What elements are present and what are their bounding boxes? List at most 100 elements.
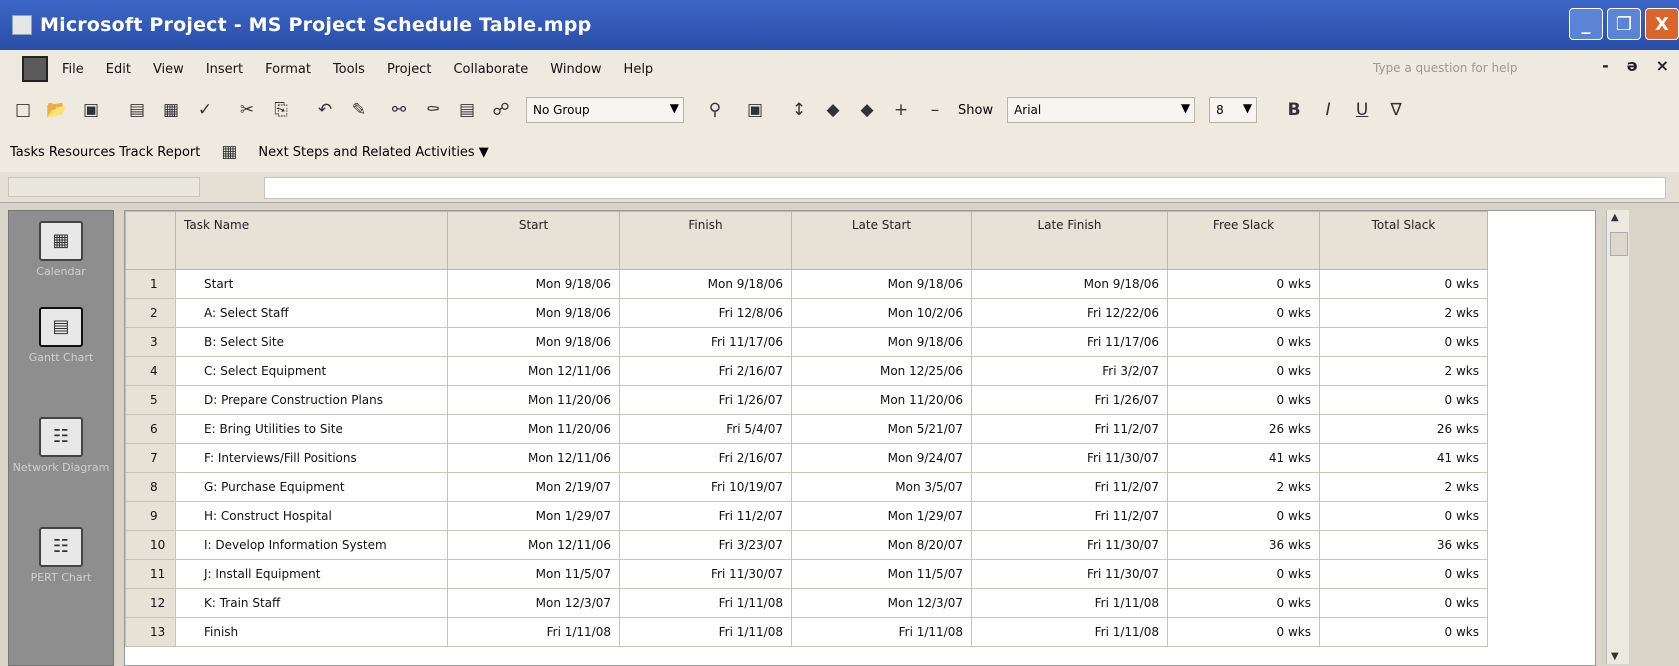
cell-total-slack[interactable]: 0 wks xyxy=(1319,327,1488,357)
cell-free-slack[interactable]: 0 wks xyxy=(1167,269,1320,299)
cell-late-start[interactable]: Mon 9/18/06 xyxy=(791,269,972,299)
cell-start[interactable]: Mon 12/11/06 xyxy=(447,356,620,386)
cell-free-slack[interactable]: 0 wks xyxy=(1167,617,1320,647)
cell-late-finish[interactable]: Fri 1/11/08 xyxy=(971,588,1168,618)
cell-late-finish[interactable]: Fri 11/17/06 xyxy=(971,327,1168,357)
cell-start[interactable]: Mon 11/20/06 xyxy=(447,385,620,415)
close-button[interactable]: X xyxy=(1645,8,1679,40)
cell-late-finish[interactable]: Mon 9/18/06 xyxy=(971,269,1168,299)
menu-help[interactable]: Help xyxy=(624,62,654,77)
column-header-start[interactable]: Start xyxy=(447,211,620,270)
show-subtasks-icon[interactable]: + xyxy=(890,99,912,121)
cell-start[interactable]: Fri 1/11/08 xyxy=(447,617,620,647)
entry-field[interactable] xyxy=(264,177,1666,199)
cell-total-slack[interactable]: 36 wks xyxy=(1319,530,1488,560)
cell-free-slack[interactable]: 2 wks xyxy=(1167,472,1320,502)
cell-late-finish[interactable]: Fri 12/22/06 xyxy=(971,298,1168,328)
table-row[interactable]: 12 K: Train Staff Mon 12/3/07 Fri 1/11/08 Mo… xyxy=(125,588,1488,618)
open-icon[interactable]: 📂 xyxy=(46,99,68,121)
cell-free-slack[interactable]: 36 wks xyxy=(1167,530,1320,560)
cell-task-id[interactable]: 6 xyxy=(125,414,176,444)
cell-task-id[interactable]: 13 xyxy=(125,617,176,647)
menu-insert[interactable]: Insert xyxy=(206,62,243,77)
vertical-scrollbar[interactable]: ▲ ▼ xyxy=(1606,210,1629,664)
cell-total-slack[interactable]: 0 wks xyxy=(1319,269,1488,299)
cell-start[interactable]: Mon 9/18/06 xyxy=(447,298,620,328)
cell-start[interactable]: Mon 11/20/06 xyxy=(447,414,620,444)
cell-task-name[interactable]: C: Select Equipment xyxy=(175,356,448,386)
cell-task-name[interactable]: A: Select Staff xyxy=(175,298,448,328)
column-header-finish[interactable]: Finish xyxy=(619,211,792,270)
cell-free-slack[interactable]: 0 wks xyxy=(1167,385,1320,415)
menu-file[interactable]: File xyxy=(62,62,84,77)
unlink-tasks-icon[interactable]: ⚰ xyxy=(422,99,444,121)
menu-edit[interactable]: Edit xyxy=(106,62,131,77)
table-row[interactable]: 1 Start Mon 9/18/06 Mon 9/18/06 Mon 9/18/06 M… xyxy=(125,269,1488,299)
cell-task-id[interactable]: 1 xyxy=(125,269,176,299)
cell-task-name[interactable]: Start xyxy=(175,269,448,299)
cell-task-name[interactable]: F: Interviews/Fill Positions xyxy=(175,443,448,473)
menu-tools[interactable]: Tools xyxy=(333,62,365,77)
cell-start[interactable]: Mon 1/29/07 xyxy=(447,501,620,531)
cell-task-name[interactable]: D: Prepare Construction Plans xyxy=(175,385,448,415)
zoom-in-icon[interactable]: ⚲ xyxy=(704,99,726,121)
cell-late-start[interactable]: Mon 11/20/06 xyxy=(791,385,972,415)
cell-finish[interactable]: Mon 9/18/06 xyxy=(619,269,792,299)
copy-picture-icon[interactable]: ▣ xyxy=(744,99,766,121)
cell-free-slack[interactable]: 0 wks xyxy=(1167,501,1320,531)
cell-task-id[interactable]: 10 xyxy=(125,530,176,560)
print-preview-icon[interactable]: ▦ xyxy=(160,99,182,121)
column-header-late-start[interactable]: Late Start xyxy=(791,211,972,270)
cell-free-slack[interactable]: 0 wks xyxy=(1167,356,1320,386)
scroll-to-task-icon[interactable]: ↕ xyxy=(788,99,810,121)
cell-late-finish[interactable]: Fri 11/2/07 xyxy=(971,501,1168,531)
cell-finish[interactable]: Fri 11/17/06 xyxy=(619,327,792,357)
cell-finish[interactable]: Fri 1/26/07 xyxy=(619,385,792,415)
cell-task-id[interactable]: 7 xyxy=(125,443,176,473)
cell-free-slack[interactable]: 0 wks xyxy=(1167,298,1320,328)
cell-late-finish[interactable]: Fri 11/30/07 xyxy=(971,443,1168,473)
italic-button[interactable]: I xyxy=(1317,99,1339,121)
spelling-icon[interactable]: ✓ xyxy=(194,99,216,121)
cell-task-id[interactable]: 2 xyxy=(125,298,176,328)
cell-task-name[interactable]: E: Bring Utilities to Site xyxy=(175,414,448,444)
restore-button[interactable]: ❐ xyxy=(1607,8,1641,40)
indent-icon[interactable]: ◆ xyxy=(856,99,878,121)
cell-start[interactable]: Mon 11/5/07 xyxy=(447,559,620,589)
toggle-guide-icon[interactable]: ▦ xyxy=(218,141,240,163)
hide-subtasks-icon[interactable]: – xyxy=(924,99,946,121)
cell-late-finish[interactable]: Fri 11/2/07 xyxy=(971,472,1168,502)
cell-total-slack[interactable]: 0 wks xyxy=(1319,559,1488,589)
cell-late-start[interactable]: Mon 9/18/06 xyxy=(791,327,972,357)
cell-total-slack[interactable]: 26 wks xyxy=(1319,414,1488,444)
cell-late-finish[interactable]: Fri 11/30/07 xyxy=(971,530,1168,560)
menu-view[interactable]: View xyxy=(153,62,184,77)
cell-late-finish[interactable]: Fri 11/2/07 xyxy=(971,414,1168,444)
cell-task-name[interactable]: J: Install Equipment xyxy=(175,559,448,589)
font-size-combo[interactable]: 8 ▼ xyxy=(1209,97,1258,123)
cell-finish[interactable]: Fri 12/8/06 xyxy=(619,298,792,328)
cell-start[interactable]: Mon 9/18/06 xyxy=(447,269,620,299)
cell-late-start[interactable]: Mon 1/29/07 xyxy=(791,501,972,531)
cell-task-id[interactable]: 11 xyxy=(125,559,176,589)
font-combo[interactable]: Arial ▼ xyxy=(1007,97,1196,123)
table-row[interactable]: 9 H: Construct Hospital Mon 1/29/07 Fri 11/… xyxy=(125,501,1488,531)
notes-icon[interactable]: ☍ xyxy=(490,99,512,121)
new-icon[interactable]: □ xyxy=(12,99,34,121)
cut-icon[interactable]: ✂ xyxy=(236,99,258,121)
cell-late-start[interactable]: Mon 12/3/07 xyxy=(791,588,972,618)
table-row[interactable]: 3 B: Select Site Mon 9/18/06 Fri 11/17/06 Mo… xyxy=(125,327,1488,357)
outdent-icon[interactable]: ◆ xyxy=(822,99,844,121)
copy-icon[interactable]: ⎘ xyxy=(270,99,292,121)
cell-task-id[interactable]: 9 xyxy=(125,501,176,531)
cell-late-start[interactable]: Mon 8/20/07 xyxy=(791,530,972,560)
cell-finish[interactable]: Fri 10/19/07 xyxy=(619,472,792,502)
cell-start[interactable]: Mon 12/11/06 xyxy=(447,443,620,473)
cell-task-id[interactable]: 3 xyxy=(125,327,176,357)
cell-task-name[interactable]: Finish xyxy=(175,617,448,647)
cell-late-start[interactable]: Mon 11/5/07 xyxy=(791,559,972,589)
cell-finish[interactable]: Fri 2/16/07 xyxy=(619,443,792,473)
column-header-total-slack[interactable]: Total Slack xyxy=(1319,211,1488,270)
cell-total-slack[interactable]: 0 wks xyxy=(1319,385,1488,415)
cell-late-start[interactable]: Mon 9/24/07 xyxy=(791,443,972,473)
